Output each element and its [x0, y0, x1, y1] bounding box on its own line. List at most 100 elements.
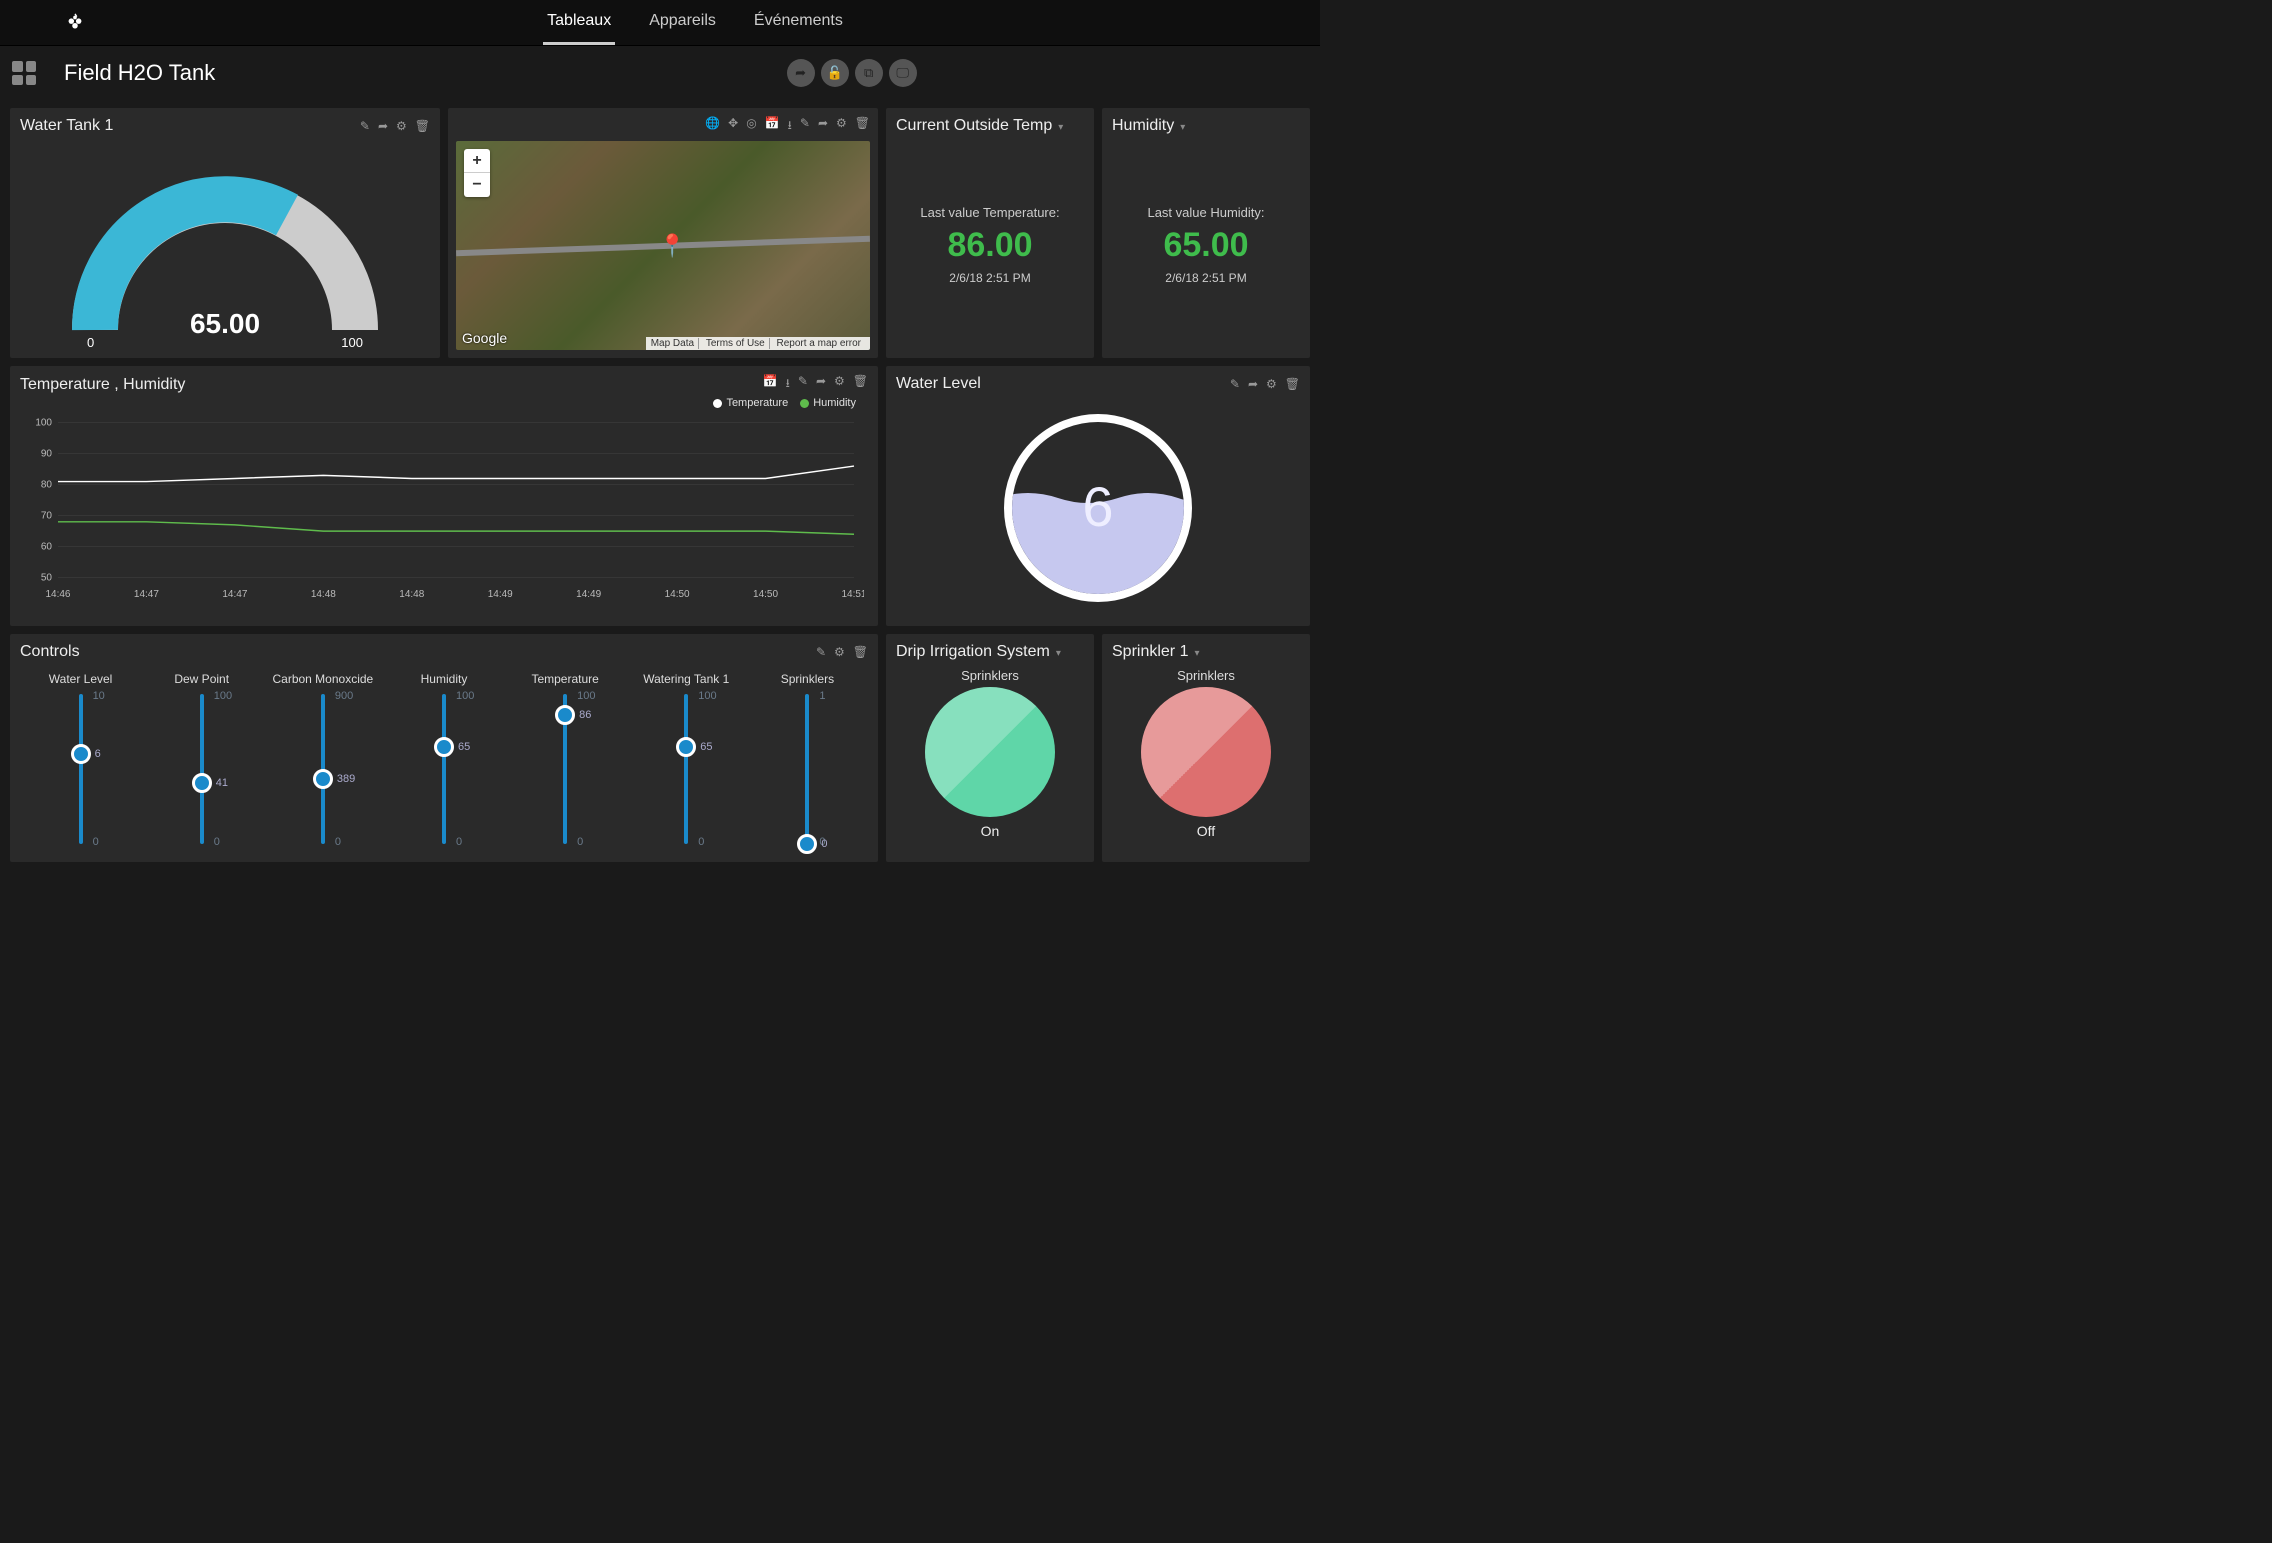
slider-dew-point: Dew Point100041: [152, 672, 252, 844]
edit-icon[interactable]: ✎: [816, 645, 826, 659]
copy-icon[interactable]: ⧉: [855, 59, 883, 87]
gauge-min: 0: [87, 335, 94, 350]
zoom-in-button[interactable]: +: [464, 149, 490, 173]
card-title[interactable]: Humidity: [1112, 117, 1185, 135]
trash-icon[interactable]: 🗑: [853, 645, 868, 659]
share-icon[interactable]: ➦: [787, 59, 815, 87]
card-title[interactable]: Current Outside Temp: [896, 117, 1063, 135]
svg-text:14:51: 14:51: [841, 589, 864, 600]
slider-label: Water Level: [49, 672, 113, 686]
slider-knob[interactable]: [434, 737, 454, 757]
tab-tableaux[interactable]: Tableaux: [543, 0, 615, 45]
slider-knob[interactable]: [71, 744, 91, 764]
gear-icon[interactable]: ⚙: [836, 116, 847, 137]
gear-icon[interactable]: ⚙: [1266, 377, 1277, 391]
apps-grid-icon[interactable]: [12, 61, 36, 85]
stat-time: 2/6/18 2:51 PM: [1165, 271, 1246, 285]
slider-track[interactable]: 100065: [442, 694, 446, 844]
card-title[interactable]: Drip Irrigation System: [896, 643, 1061, 661]
tab-evenements[interactable]: Événements: [750, 0, 847, 45]
slider-max: 100: [577, 690, 595, 702]
gear-icon[interactable]: ⚙: [834, 374, 845, 395]
unlock-icon[interactable]: 🔓: [821, 59, 849, 87]
map-data-link[interactable]: Map Data: [651, 338, 699, 349]
expand-icon[interactable]: ✥: [728, 116, 738, 137]
stat-value: 65.00: [1163, 226, 1248, 265]
svg-text:14:48: 14:48: [311, 589, 337, 600]
card-title[interactable]: Sprinkler 1: [1112, 643, 1200, 661]
card-title: Temperature , Humidity: [20, 376, 185, 394]
edit-icon[interactable]: ✎: [800, 116, 810, 137]
gear-icon[interactable]: ⚙: [834, 645, 845, 659]
slider-min: 0: [214, 836, 220, 848]
map-report-link[interactable]: Report a map error: [777, 338, 865, 349]
slider-humidity: Humidity 100065: [394, 672, 494, 844]
slider-track[interactable]: 1006: [79, 694, 83, 844]
slider-value: 6: [95, 748, 101, 760]
card-controls: Controls ✎ ⚙ 🗑 Water Level1006Dew Point1…: [10, 634, 878, 862]
svg-text:14:46: 14:46: [45, 589, 71, 600]
slider-knob[interactable]: [313, 769, 333, 789]
card-title: Water Level: [896, 375, 981, 393]
slider-max: 10: [93, 690, 105, 702]
card-humidity: Humidity Last value Humidity: 65.00 2/6/…: [1102, 108, 1310, 358]
toggle-state: On: [981, 823, 1000, 839]
line-chart: Temperature Humidity 506070809010014:461…: [20, 399, 868, 609]
trash-icon[interactable]: 🗑: [855, 116, 870, 137]
slider-track[interactable]: 100086: [563, 694, 567, 844]
trash-icon[interactable]: 🗑: [415, 119, 430, 133]
trash-icon[interactable]: 🗑: [1285, 377, 1300, 391]
edit-icon[interactable]: ✎: [798, 374, 808, 395]
map-canvas[interactable]: + − 📍 Google Map Data Terms of Use Repor…: [456, 141, 870, 350]
target-icon[interactable]: ◎: [746, 116, 756, 137]
toggle-state: Off: [1197, 823, 1215, 839]
map-marker-icon[interactable]: 📍: [659, 233, 686, 259]
slider-knob[interactable]: [192, 773, 212, 793]
slider-min: 0: [577, 836, 583, 848]
slider-value: 41: [216, 777, 228, 789]
edit-icon[interactable]: ✎: [360, 119, 370, 133]
monitor-icon[interactable]: 🖵: [889, 59, 917, 87]
gauge-max: 100: [341, 335, 363, 350]
share-icon[interactable]: ➦: [1248, 377, 1258, 391]
water-level-indicator: 6: [998, 408, 1198, 608]
svg-text:90: 90: [41, 449, 53, 460]
page-title: Field H2O Tank: [64, 60, 215, 86]
tab-appareils[interactable]: Appareils: [645, 0, 720, 45]
edit-icon[interactable]: ✎: [1230, 377, 1240, 391]
slider-water-level: Water Level 1006: [31, 672, 131, 844]
trash-icon[interactable]: 🗑: [853, 374, 868, 395]
map-terms-link[interactable]: Terms of Use: [706, 338, 770, 349]
slider-track[interactable]: 9000389: [321, 694, 325, 844]
slider-min: 0: [698, 836, 704, 848]
toggle-on-button[interactable]: [925, 687, 1055, 817]
slider-track[interactable]: 100065: [684, 694, 688, 844]
gear-icon[interactable]: ⚙: [396, 119, 407, 133]
share-icon[interactable]: ➦: [816, 374, 826, 395]
slider-value: 86: [579, 709, 591, 721]
slider-label: Watering Tank 1: [643, 672, 729, 686]
slider-watering-tank-1: Watering Tank 1 100065: [636, 672, 736, 844]
slider-knob[interactable]: [676, 737, 696, 757]
slider-min: 0: [456, 836, 462, 848]
slider-track[interactable]: 100041: [200, 694, 204, 844]
slider-max: 1: [819, 690, 825, 702]
card-temp-humidity-chart: Temperature , Humidity 📅 ⭳ ✎ ➦ ⚙ 🗑 Tempe…: [10, 366, 878, 626]
download-icon[interactable]: ⭳: [788, 116, 792, 137]
slider-knob[interactable]: [555, 705, 575, 725]
map-attribution: Map Data Terms of Use Report a map error: [646, 337, 870, 350]
water-level-value: 6: [1082, 475, 1113, 538]
slider-knob[interactable]: [797, 834, 817, 854]
calendar-icon[interactable]: 📅: [765, 116, 780, 137]
globe-icon[interactable]: 🌐: [705, 116, 720, 137]
svg-text:14:49: 14:49: [576, 589, 602, 600]
share-icon[interactable]: ➦: [818, 116, 828, 137]
share-icon[interactable]: ➦: [378, 119, 388, 133]
zoom-out-button[interactable]: −: [464, 173, 490, 197]
card-map: 🌐 ✥ ◎ 📅 ⭳ ✎ ➦ ⚙ 🗑 + − 📍 Google Map Data …: [448, 108, 878, 358]
slider-track[interactable]: 100: [805, 694, 809, 844]
slider-label: Humidity: [421, 672, 468, 686]
download-icon[interactable]: ⭳: [786, 374, 790, 395]
calendar-icon[interactable]: 📅: [763, 374, 778, 395]
toggle-off-button[interactable]: [1141, 687, 1271, 817]
